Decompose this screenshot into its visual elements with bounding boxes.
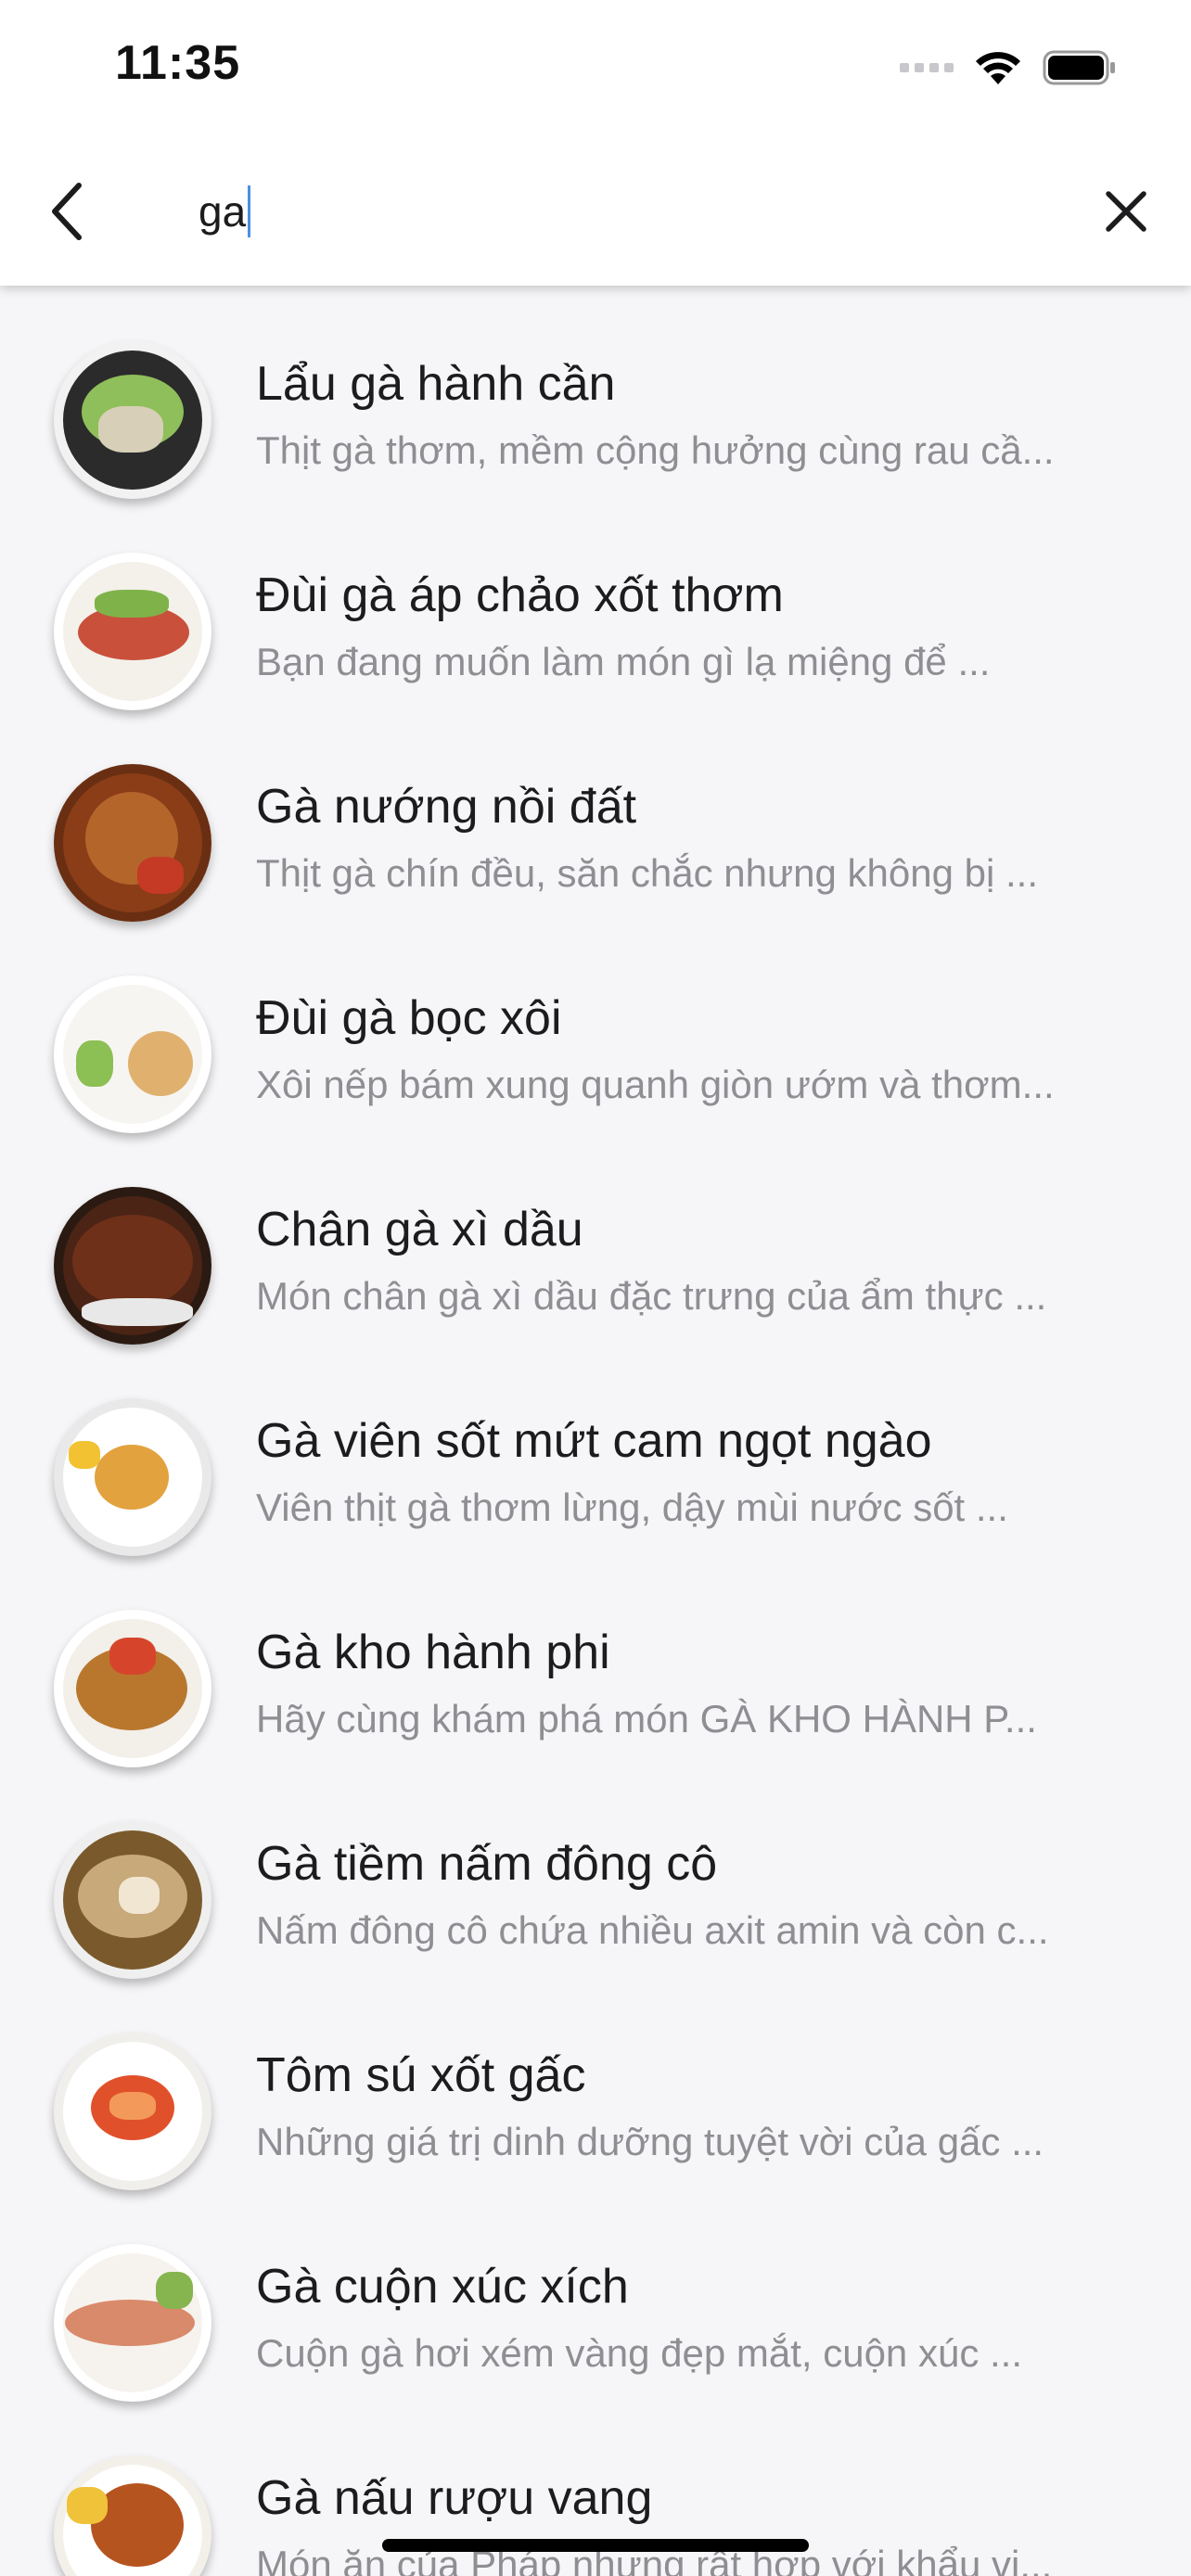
dish-description: Thịt gà chín đều, săn chắc nhưng không b… [256,851,1038,895]
dish-thumbnail [54,2033,211,2190]
dish-title: Gà cuộn xúc xích [256,2260,629,2314]
dish-description: Nấm đông cô chứa nhiều axit amin và còn … [256,1908,1049,1952]
dish-title: Đùi gà bọc xôi [256,991,562,1045]
signal-icon [900,63,954,72]
chevron-left-icon [52,183,82,240]
dish-title: Gà nướng nồi đất [256,780,637,834]
dish-description: Viên thịt gà thơm lừng, dậy mùi nước sốt… [256,1486,1008,1529]
list-item[interactable]: Đùi gà áp chảo xốt thơm Bạn đang muốn là… [0,497,1191,710]
dish-description: Xôi nếp bám xung quanh giòn ướm và thơm.… [256,1063,1055,1106]
dish-thumbnail [54,1821,211,1979]
dish-description: Món chân gà xì dầu đặc trưng của ẩm thực… [256,1274,1047,1318]
dish-thumbnail [54,976,211,1133]
status-icons [900,46,1117,89]
dish-description: Những giá trị dinh dưỡng tuyệt vời của g… [256,2120,1044,2163]
dish-thumbnail [54,341,211,499]
list-item[interactable]: Gà tiềm nấm đông cô Nấm đông cô chứa nhi… [0,1766,1191,1979]
dish-title: Gà nấu rượu vang [256,2471,653,2525]
dish-description: Thịt gà thơm, mềm cộng hưởng cùng rau cầ… [256,428,1055,472]
list-item[interactable]: Đùi gà bọc xôi Xôi nếp bám xung quanh gi… [0,920,1191,1133]
list-item[interactable]: Tôm sú xốt gấc Những giá trị dinh dưỡng … [0,1977,1191,2190]
search-bar: ga [0,156,1191,265]
search-field[interactable]: ga [198,174,1033,249]
dish-title: Đùi gà áp chảo xốt thơm [256,568,784,622]
dish-title: Gà tiềm nấm đông cô [256,1837,718,1891]
dish-thumbnail [54,553,211,710]
screen: 11:35 ga Lẩu gà hành cần Thịt gà thơm, m… [0,0,1191,2576]
dish-thumbnail [54,1187,211,1345]
dish-title: Gà kho hành phi [256,1626,610,1679]
list-item[interactable]: Gà nướng nồi đất Thịt gà chín đều, săn c… [0,708,1191,922]
header: 11:35 ga [0,0,1191,286]
dish-thumbnail [54,1610,211,1767]
dish-description: Hãy cùng khám phá món GÀ KHO HÀNH P... [256,1697,1037,1741]
home-indicator [382,2539,809,2552]
dish-thumbnail [54,2455,211,2576]
dish-thumbnail [54,764,211,922]
dish-title: Lẩu gà hành cần [256,357,616,411]
text-caret [248,185,251,237]
close-icon [1106,191,1146,232]
dish-description: Cuộn gà hơi xém vàng đẹp mắt, cuộn xúc .… [256,2331,1022,2375]
dish-thumbnail [54,1398,211,1556]
list-item[interactable]: Lẩu gà hành cần Thịt gà thơm, mềm cộng h… [0,286,1191,499]
search-input[interactable]: ga [198,186,246,236]
dish-description: Bạn đang muốn làm món gì lạ miệng để ... [256,640,991,683]
dish-title: Tôm sú xốt gấc [256,2048,586,2102]
status-time: 11:35 [115,36,241,90]
wifi-icon [974,49,1022,86]
clear-search-button[interactable] [1093,178,1159,245]
dish-title: Gà viên sốt mứt cam ngọt ngào [256,1414,932,1468]
list-item[interactable]: Gà kho hành phi Hãy cùng khám phá món GÀ… [0,1554,1191,1767]
list-item[interactable]: Gà viên sốt mứt cam ngọt ngào Viên thịt … [0,1343,1191,1556]
back-button[interactable] [35,176,100,247]
search-results-list: Lẩu gà hành cần Thịt gà thơm, mềm cộng h… [0,286,1191,2576]
dish-thumbnail [54,2244,211,2402]
list-item[interactable]: Chân gà xì dầu Món chân gà xì dầu đặc tr… [0,1131,1191,1345]
battery-icon [1043,49,1117,86]
dish-title: Chân gà xì dầu [256,1203,583,1256]
list-item[interactable]: Gà cuộn xúc xích Cuộn gà hơi xém vàng đẹ… [0,2188,1191,2402]
